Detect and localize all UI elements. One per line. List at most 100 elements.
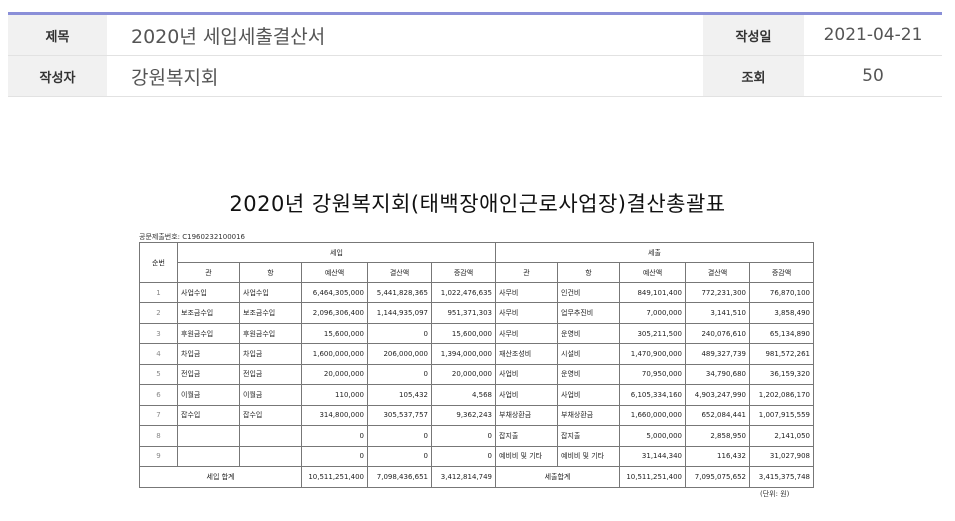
revenue-budget-cell: 1,600,000,000	[301, 343, 368, 365]
revenue-hang-cell	[239, 425, 302, 447]
meta-row-author: 작성자 강원복지회 조회 50	[8, 56, 942, 97]
post-date: 2021-04-21	[823, 25, 923, 45]
totals-row: 세입 합계 10,511,251,400 7,098,436,651 3,412…	[139, 466, 814, 488]
revenue-budget-cell: 110,000	[301, 384, 368, 406]
date-label: 작성일	[703, 15, 804, 55]
row-number: 5	[139, 363, 178, 386]
revenue-budget-cell: 2,096,306,400	[301, 302, 368, 324]
expense-total-diff: 3,415,375,748	[749, 466, 814, 488]
revenue-budget-cell: 0	[301, 425, 368, 447]
revenue-settled-cell: 5,441,828,365	[367, 281, 432, 304]
expense-hang-cell: 운영비	[557, 322, 620, 345]
expense-total-settled: 7,095,075,652	[685, 466, 750, 488]
revenue-budget-cell: 6,464,305,000	[301, 281, 368, 304]
expense-settled-cell: 34,790,680	[685, 363, 750, 386]
revenue-hang-cell: 차입금	[239, 343, 302, 365]
revenue-total-settled: 7,098,436,651	[367, 466, 432, 488]
expense-settled-cell: 3,141,510	[685, 302, 750, 324]
settlement-summary-table: 순번 세입 세출 관 항 예산액 결산액 증감액 관 항 예산액 결산액 증감액…	[139, 242, 814, 488]
meta-row-title: 제목 2020년 세입세출결산서 작성일 2021-04-21	[8, 15, 942, 56]
expense-gwan-cell: 예비비 및 기타	[495, 445, 558, 467]
row-number: 2	[139, 302, 178, 324]
revenue-gwan-cell	[177, 425, 240, 447]
expense-settled-cell: 772,231,300	[685, 281, 750, 304]
revenue-gwan-cell	[177, 445, 240, 467]
table-body: 1 사업수입 사업수입 6,464,305,000 5,441,828,365 1,022…	[139, 281, 814, 467]
expense-diff-cell: 981,572,261	[749, 343, 814, 365]
expense-diff-cell: 1,007,915,559	[749, 404, 814, 427]
expense-hang-cell: 시설비	[557, 343, 620, 365]
post-meta-table: 제목 2020년 세입세출결산서 작성일 2021-04-21 작성자 강원복지…	[8, 12, 942, 97]
table-row: 2 보조금수입 보조금수입 2,096,306,400 1,144,935,097 951…	[139, 302, 814, 324]
revenue-hang-cell: 이월금	[239, 384, 302, 406]
expense-settled-cell: 489,327,739	[685, 343, 750, 365]
header-expense-gwan: 관	[495, 262, 558, 283]
header-expense-budget: 예산액	[619, 262, 686, 283]
row-number: 3	[139, 322, 178, 345]
row-number: 6	[139, 384, 178, 406]
revenue-total-diff: 3,412,814,749	[431, 466, 496, 488]
expense-diff-cell: 36,159,320	[749, 363, 814, 386]
revenue-settled-cell: 206,000,000	[367, 343, 432, 365]
expense-hang-cell: 인건비	[557, 281, 620, 304]
revenue-gwan-cell: 사업수입	[177, 281, 240, 304]
expense-hang-cell: 잡지출	[557, 425, 620, 447]
row-number: 4	[139, 343, 178, 365]
expense-budget-cell: 7,000,000	[619, 302, 686, 324]
header-revenue-settled: 결산액	[367, 262, 432, 283]
header-revenue-hang: 항	[239, 262, 302, 283]
expense-budget-cell: 1,470,900,000	[619, 343, 686, 365]
revenue-settled-cell: 0	[367, 363, 432, 386]
expense-budget-cell: 305,211,500	[619, 322, 686, 345]
revenue-settled-cell: 105,432	[367, 384, 432, 406]
header-revenue-budget: 예산액	[301, 262, 368, 283]
expense-budget-cell: 31,144,340	[619, 445, 686, 467]
revenue-total-budget: 10,511,251,400	[301, 466, 368, 488]
expense-budget-cell: 5,000,000	[619, 425, 686, 447]
revenue-diff-cell: 0	[431, 425, 496, 447]
expense-gwan-cell: 부채상환금	[495, 404, 558, 427]
table-row: 4 차입금 차입금 1,600,000,000 206,000,000 1,394,000…	[139, 343, 814, 365]
revenue-total-label: 세입 합계	[139, 466, 302, 488]
revenue-settled-cell: 1,144,935,097	[367, 302, 432, 324]
expense-settled-cell: 240,076,610	[685, 322, 750, 345]
expense-budget-cell: 70,950,000	[619, 363, 686, 386]
table-row: 7 잡수입 잡수입 314,800,000 305,537,757 9,362,243 부채…	[139, 404, 814, 427]
revenue-diff-cell: 4,568	[431, 384, 496, 406]
expense-total-budget: 10,511,251,400	[619, 466, 686, 488]
header-expense-hang: 항	[557, 262, 620, 283]
expense-gwan-cell: 재산조성비	[495, 343, 558, 365]
table-row: 9 0 0 0 예비비 및 기타 예비비 및 기타 31,144,340 116,432 31,…	[139, 445, 814, 467]
expense-hang-cell: 사업비	[557, 384, 620, 406]
expense-diff-cell: 31,027,908	[749, 445, 814, 467]
header-revenue-gwan: 관	[177, 262, 240, 283]
title-label: 제목	[8, 15, 107, 55]
row-number: 1	[139, 281, 178, 304]
post-author: 강원복지회	[131, 66, 219, 89]
expense-diff-cell: 3,858,490	[749, 302, 814, 324]
expense-diff-cell: 76,870,100	[749, 281, 814, 304]
row-number: 7	[139, 404, 178, 427]
header-expense: 세출	[495, 242, 814, 263]
revenue-budget-cell: 15,600,000	[301, 322, 368, 345]
revenue-hang-cell: 보조금수입	[239, 302, 302, 324]
expense-hang-cell: 운영비	[557, 363, 620, 386]
document-title: 2020년 강원복지회(태백장애인근로사업장)결산총괄표	[229, 192, 726, 216]
row-number: 8	[139, 425, 178, 447]
expense-diff-cell: 65,134,890	[749, 322, 814, 345]
header-revenue: 세입	[177, 242, 496, 263]
expense-settled-cell: 116,432	[685, 445, 750, 467]
table-row: 3 후원금수입 후원금수입 15,600,000 0 15,600,000 사무비 운영비 30…	[139, 322, 814, 345]
revenue-settled-cell: 0	[367, 322, 432, 345]
expense-hang-cell: 예비비 및 기타	[557, 445, 620, 467]
expense-diff-cell: 2,141,050	[749, 425, 814, 447]
expense-gwan-cell: 잡지출	[495, 425, 558, 447]
revenue-gwan-cell: 차입금	[177, 343, 240, 365]
expense-gwan-cell: 사무비	[495, 322, 558, 345]
revenue-gwan-cell: 이월금	[177, 384, 240, 406]
expense-gwan-cell: 사업비	[495, 384, 558, 406]
revenue-diff-cell: 9,362,243	[431, 404, 496, 427]
expense-gwan-cell: 사무비	[495, 302, 558, 324]
revenue-hang-cell: 후원금수입	[239, 322, 302, 345]
revenue-diff-cell: 1,022,476,635	[431, 281, 496, 304]
